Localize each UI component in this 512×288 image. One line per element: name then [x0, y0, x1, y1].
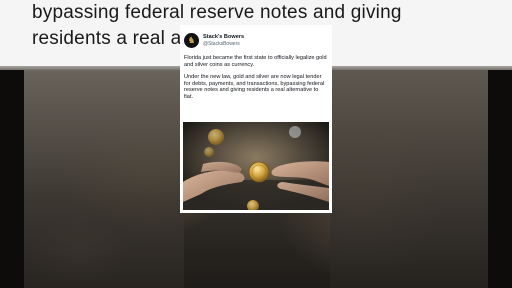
- tweet-text: Florida just became the first state to o…: [184, 55, 328, 101]
- background-blur-right: [330, 70, 488, 288]
- background-caption-line-1: bypassing federal reserve notes and givi…: [32, 2, 402, 23]
- right-letterbox: [488, 70, 512, 288]
- tweet-paragraph-1: Florida just became the first state to o…: [184, 55, 327, 68]
- avatar[interactable]: ♞: [184, 32, 199, 48]
- background-blur-left: [24, 70, 184, 288]
- tweet-paragraph-2: Under the new law, gold and silver are n…: [184, 74, 325, 100]
- user-handle[interactable]: @StacksBowers: [203, 41, 244, 47]
- display-name[interactable]: Stack's Bowers: [203, 34, 244, 41]
- gold-coin-photo: [183, 122, 329, 210]
- author-names: Stack's Bowers @StacksBowers: [203, 34, 244, 47]
- tweet-header: ♞ Stack's Bowers @StacksBowers: [184, 29, 328, 51]
- minuteman-icon: ♞: [187, 34, 196, 45]
- tweet-card: ♞ Stack's Bowers @StacksBowers Florida j…: [180, 25, 332, 213]
- tweet-photo[interactable]: [183, 122, 329, 210]
- left-letterbox: [0, 70, 24, 288]
